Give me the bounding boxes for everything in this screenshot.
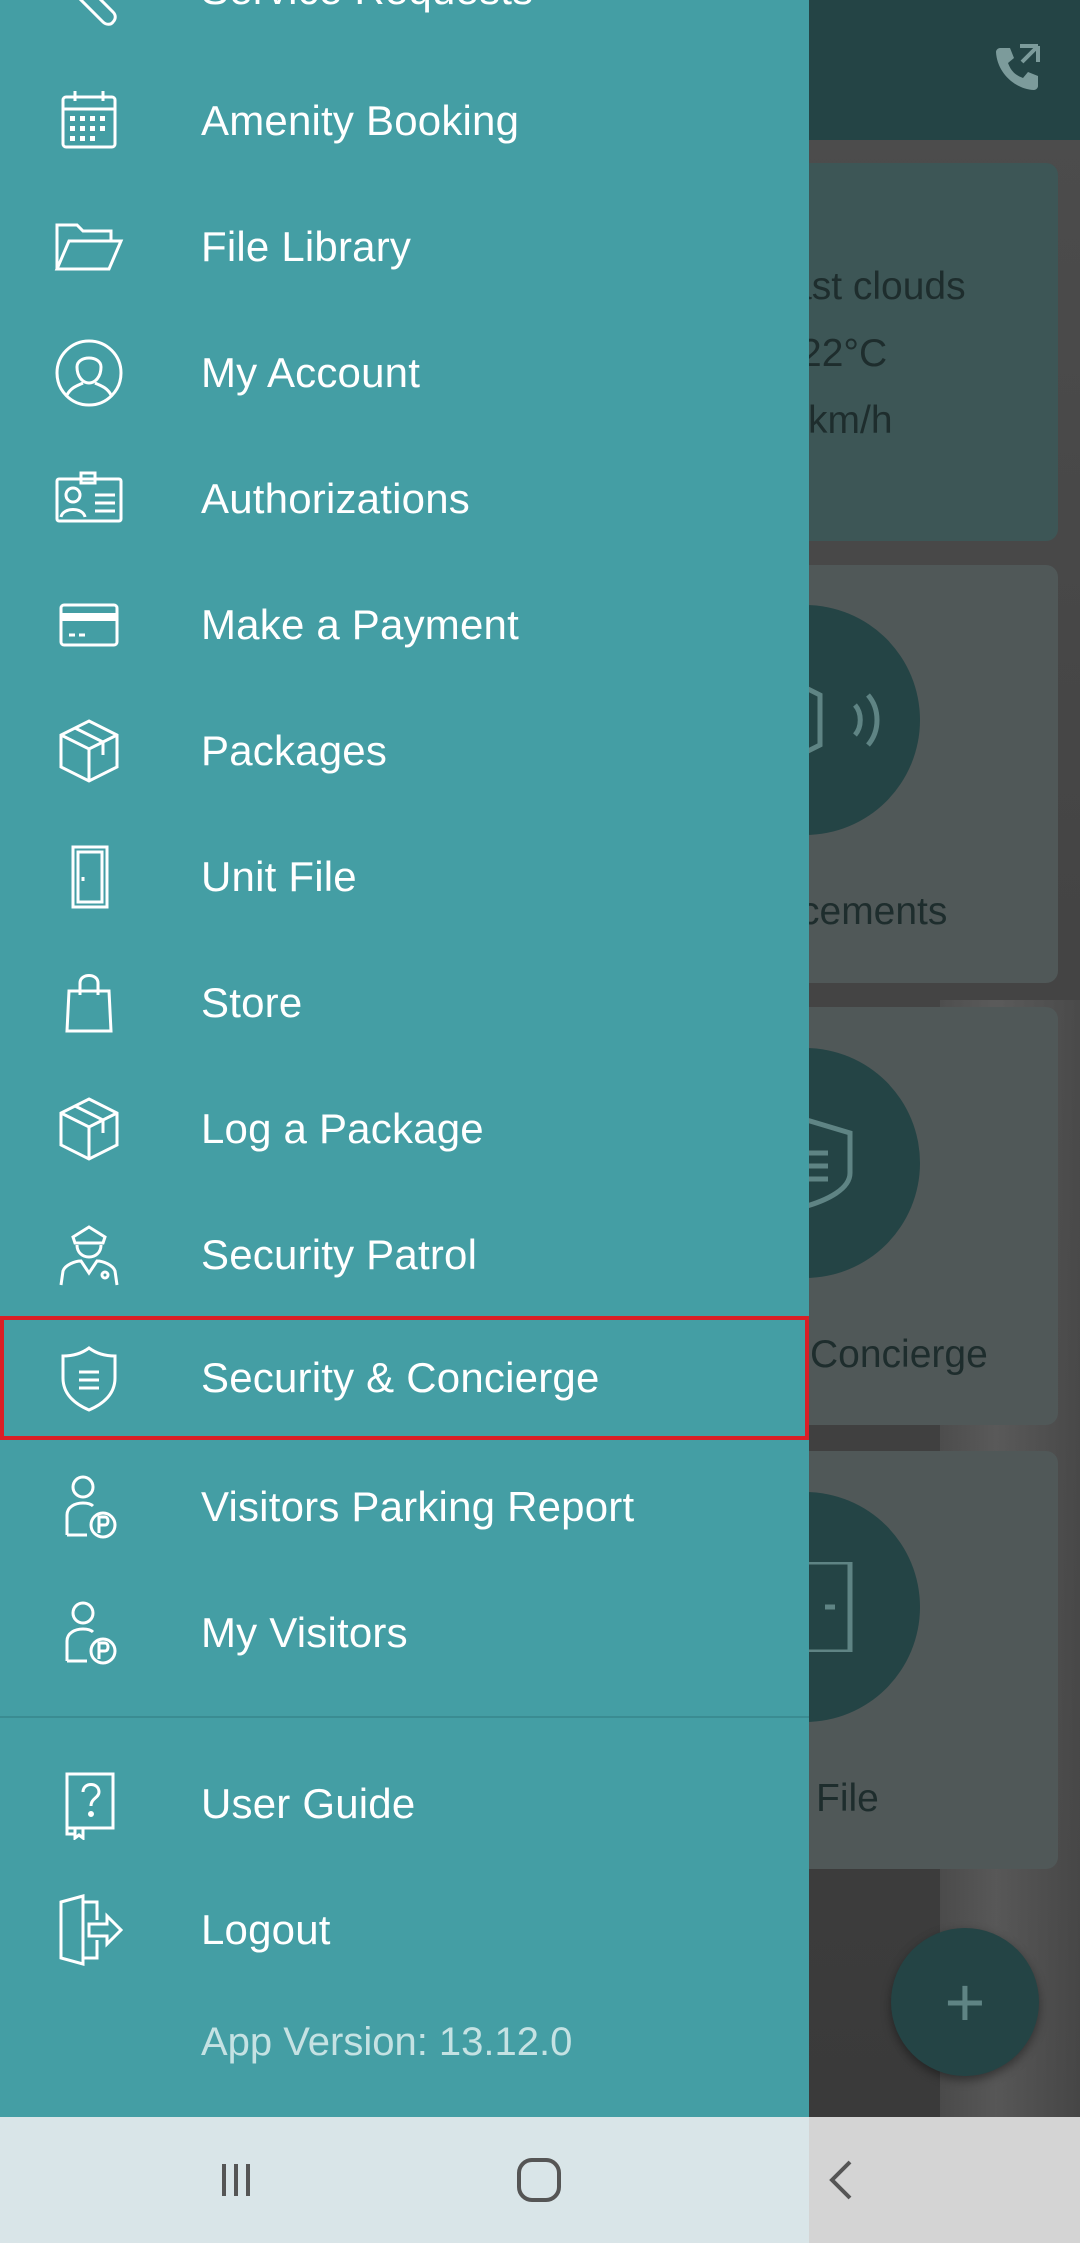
- menu-item-label: Visitors Parking Report: [201, 1483, 635, 1530]
- security-concierge-label: Concierge: [810, 1333, 988, 1376]
- recent-apps-icon[interactable]: [201, 2145, 271, 2215]
- add-fab-button[interactable]: +: [891, 1928, 1039, 2076]
- calendar-icon: [50, 82, 128, 160]
- wrench-icon: [50, 0, 128, 29]
- home-icon[interactable]: [504, 2145, 574, 2215]
- menu-item-my-visitors[interactable]: My Visitors: [0, 1573, 809, 1693]
- security-guard-icon: [50, 1216, 128, 1294]
- system-nav-bar: [0, 2117, 1080, 2243]
- menu-item-store[interactable]: Store: [0, 943, 809, 1063]
- door-icon: [50, 838, 128, 916]
- visitor-parking-icon: [50, 1468, 128, 1546]
- menu-item-label: Authorizations: [201, 475, 470, 522]
- credit-card-icon: [50, 586, 128, 664]
- phone-icon[interactable]: [990, 40, 1044, 94]
- menu-item-log-a-package[interactable]: Log a Package: [0, 1069, 809, 1189]
- menu-item-security-concierge[interactable]: Security & Concierge: [0, 1316, 809, 1440]
- menu-item-packages[interactable]: Packages: [0, 691, 809, 811]
- menu-item-security-patrol[interactable]: Security Patrol: [0, 1195, 809, 1315]
- menu-item-unit-file[interactable]: Unit File: [0, 817, 809, 937]
- menu-item-make-a-payment[interactable]: Make a Payment: [0, 565, 809, 685]
- menu-item-label: My Visitors: [201, 1609, 408, 1656]
- menu-item-label: Logout: [201, 1906, 331, 1953]
- menu-item-authorizations[interactable]: Authorizations: [0, 439, 809, 559]
- unit-file-label: File: [816, 1777, 879, 1820]
- menu-item-label: Security & Concierge: [201, 1354, 600, 1401]
- menu-item-amenity-booking[interactable]: Amenity Booking: [0, 61, 809, 181]
- back-icon[interactable]: [807, 2145, 877, 2215]
- visitor-parking-icon: [50, 1594, 128, 1672]
- user-circle-icon: [50, 334, 128, 412]
- menu-item-label: Packages: [201, 727, 388, 774]
- weather-description: ast clouds: [790, 265, 966, 308]
- menu-item-my-account[interactable]: My Account: [0, 313, 809, 433]
- menu-item-file-library[interactable]: File Library: [0, 187, 809, 307]
- logout-icon: [50, 1891, 128, 1969]
- menu-item-label: My Account: [201, 349, 421, 396]
- menu-item-label: File Library: [201, 223, 412, 270]
- id-card-icon: [50, 460, 128, 538]
- announcements-label: cements: [800, 890, 948, 933]
- weather-temperature: 22°C: [800, 332, 888, 375]
- navigation-drawer: Service Requests Amenity Booking: [0, 0, 809, 2117]
- menu-item-label: Unit File: [201, 853, 357, 900]
- menu-item-label: Store: [201, 979, 303, 1026]
- menu-item-service-requests[interactable]: Service Requests: [0, 0, 809, 50]
- shield-icon: [50, 1339, 128, 1417]
- folder-icon: [50, 208, 128, 286]
- package-icon: [50, 712, 128, 790]
- menu-item-label: Service Requests: [201, 0, 533, 50]
- drawer-divider: [0, 1716, 809, 1718]
- weather-wind: km/h: [808, 399, 893, 442]
- shopping-bag-icon: [50, 964, 128, 1042]
- menu-item-logout[interactable]: Logout: [0, 1870, 809, 1990]
- app-version-text: App Version: 13.12.0: [201, 2020, 573, 2064]
- menu-item-label: Security Patrol: [201, 1231, 478, 1278]
- menu-item-label: User Guide: [201, 1780, 416, 1827]
- menu-item-label: Log a Package: [201, 1105, 484, 1152]
- menu-item-label: Amenity Booking: [201, 97, 520, 144]
- package-icon: [50, 1090, 128, 1168]
- menu-item-user-guide[interactable]: User Guide: [0, 1744, 809, 1864]
- menu-item-visitors-parking-report[interactable]: Visitors Parking Report: [0, 1447, 809, 1567]
- user-guide-icon: [50, 1765, 128, 1843]
- menu-item-label: Make a Payment: [201, 601, 519, 648]
